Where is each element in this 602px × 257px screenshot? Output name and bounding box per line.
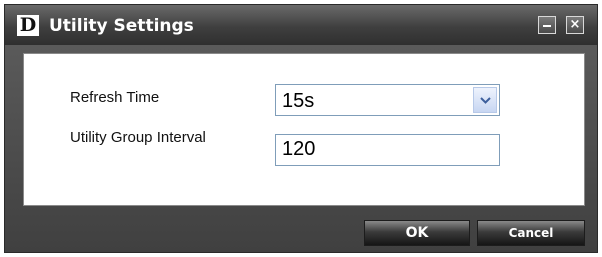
utility-group-interval-field[interactable]: 120 [275, 134, 500, 166]
dlink-logo-icon: D [17, 15, 39, 36]
chevron-down-icon [480, 97, 491, 104]
utility-group-interval-label: Utility Group Interval [70, 129, 206, 146]
minimize-button[interactable] [538, 16, 556, 34]
settings-panel: Refresh Time 15s Utility Group Interval … [23, 53, 585, 206]
close-icon: × [569, 17, 581, 32]
dialog-title: Utility Settings [49, 16, 194, 36]
minimize-icon [543, 25, 551, 27]
utility-settings-dialog: D Utility Settings × Refresh Time 15s Ut… [4, 4, 598, 253]
refresh-time-value: 15s [282, 90, 315, 112]
title-bar[interactable]: D Utility Settings × [5, 5, 597, 45]
dropdown-button[interactable] [473, 87, 497, 113]
cancel-button[interactable]: Cancel [477, 220, 585, 246]
close-button[interactable]: × [566, 16, 584, 34]
refresh-time-label: Refresh Time [70, 89, 160, 106]
ok-button[interactable]: OK [364, 220, 470, 246]
refresh-time-select[interactable]: 15s [275, 84, 500, 116]
